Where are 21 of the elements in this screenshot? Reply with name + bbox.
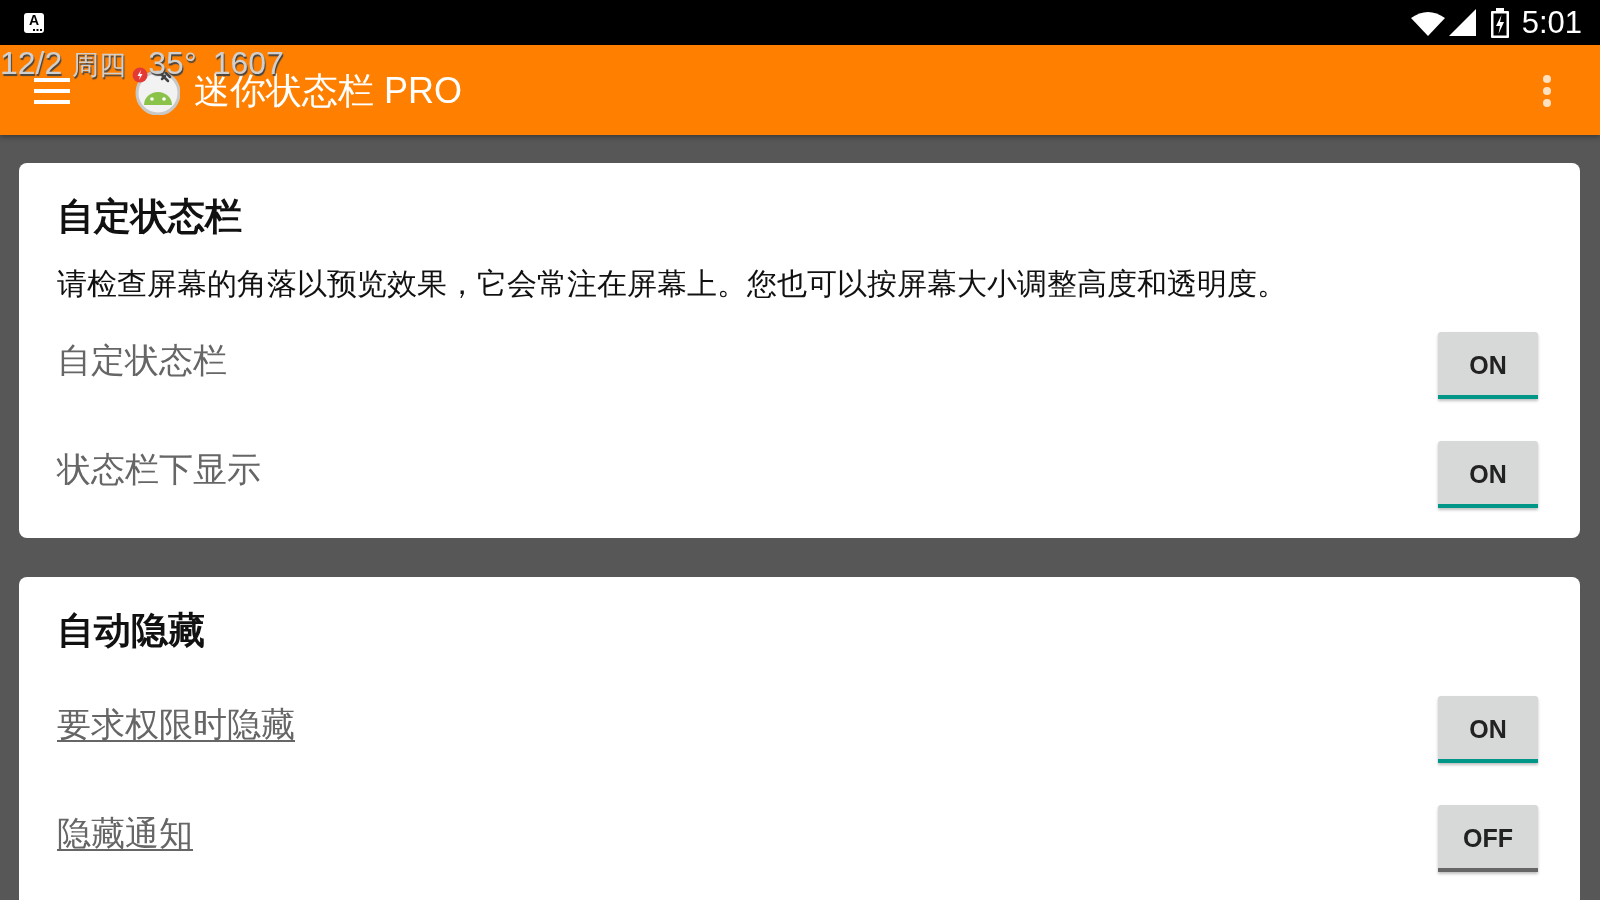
- clock-text: 5:01: [1521, 4, 1582, 41]
- more-options-icon[interactable]: [1543, 75, 1551, 107]
- section-heading: 自定状态栏: [57, 195, 243, 239]
- notification-icon: A: [24, 12, 44, 33]
- toggle-button[interactable]: ON: [1438, 696, 1538, 763]
- overlay-status-text: 周四: [72, 49, 127, 82]
- overlay-status-text: 12/2: [0, 45, 63, 81]
- setting-label: 状态栏下显示: [57, 448, 261, 490]
- section-heading: 自动隐藏: [57, 609, 206, 653]
- menu-icon[interactable]: [34, 78, 70, 104]
- section-description: 请检查屏幕的角落以预览效果，它会常注在屏幕上。您也可以按屏幕大小调整高度和透明度。: [57, 266, 1288, 302]
- overlay-status-text: 35°: [148, 45, 197, 81]
- wifi-icon: [1410, 11, 1445, 36]
- toggle-button[interactable]: OFF: [1438, 805, 1538, 872]
- battery-charging-icon: [1490, 7, 1509, 38]
- signal-icon: [1448, 9, 1476, 36]
- toggle-button[interactable]: ON: [1438, 332, 1538, 399]
- setting-label: 自定状态栏: [57, 339, 227, 381]
- setting-link[interactable]: 隐藏通知: [57, 811, 193, 866]
- toggle-button[interactable]: ON: [1438, 441, 1538, 508]
- setting-link[interactable]: 要求权限时隐藏: [57, 702, 295, 757]
